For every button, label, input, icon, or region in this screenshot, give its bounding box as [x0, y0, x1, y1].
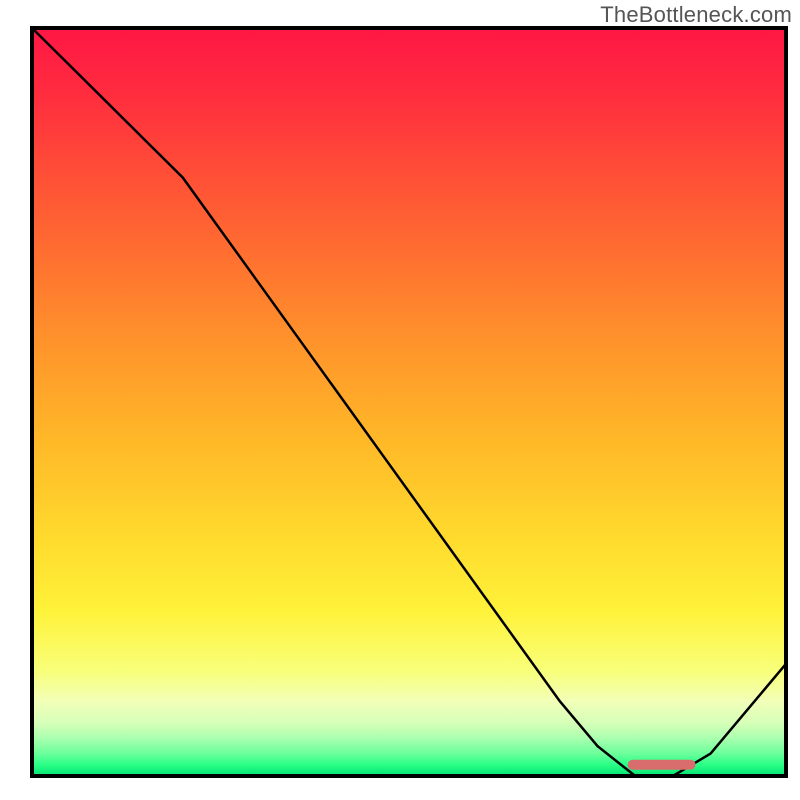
chart-container: TheBottleneck.com: [0, 0, 800, 800]
watermark-label: TheBottleneck.com: [600, 2, 792, 28]
optimal-range-marker: [628, 760, 696, 770]
bottleneck-curve-chart: [0, 0, 800, 800]
